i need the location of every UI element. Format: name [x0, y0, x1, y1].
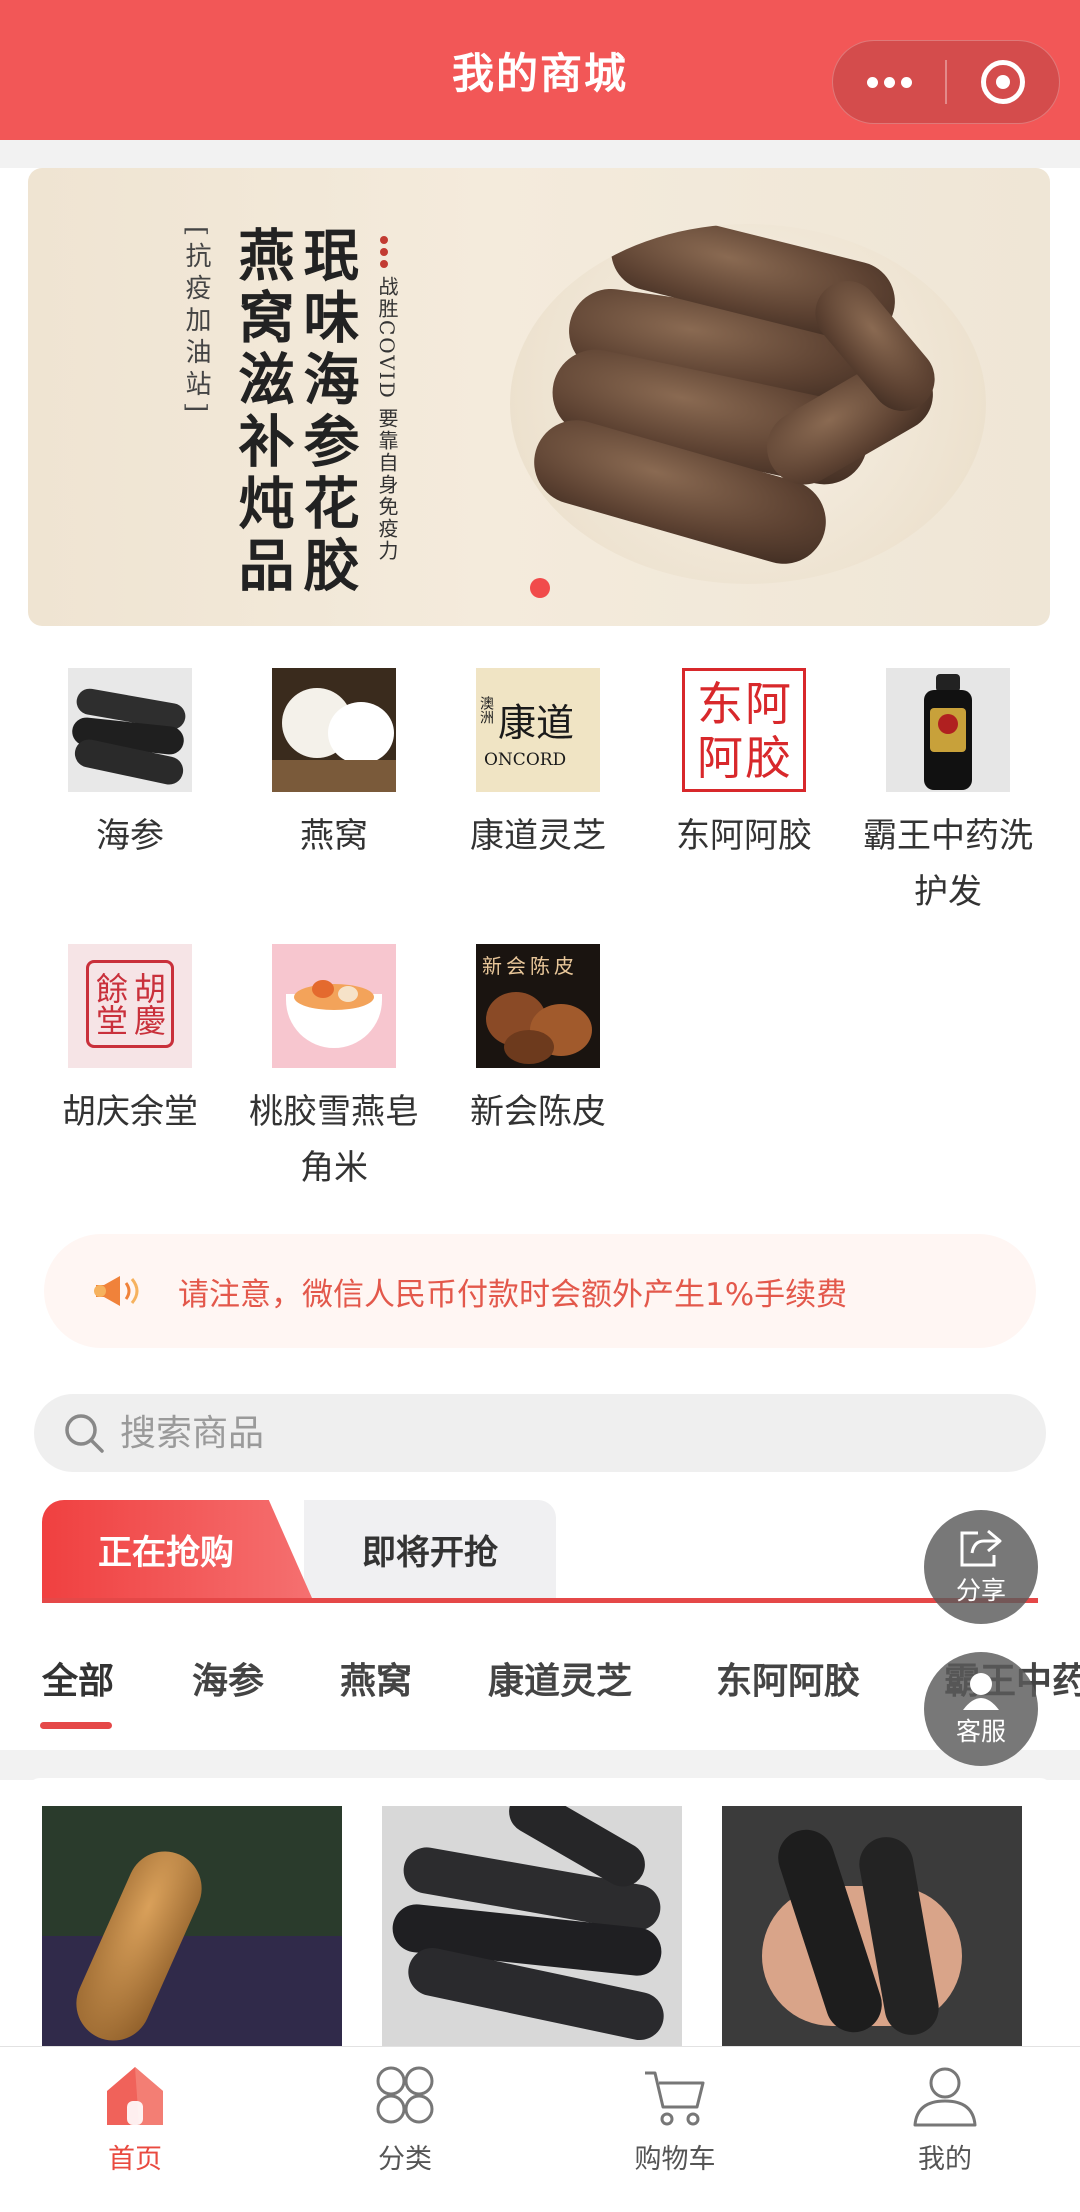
banner-ornament [380, 236, 388, 268]
promo-banner[interactable]: [抗疫加油站] 燕窝滋补炖品 珉味海参花胶 战胜COVID 要靠自身免疫力 [28, 168, 1050, 626]
category-label: 康道灵芝 [470, 816, 606, 856]
product-card-image[interactable] [42, 1806, 342, 2050]
nav-label: 分类 [378, 2144, 432, 2175]
birds-nest-thumbnail [272, 668, 396, 792]
banner-headline-2: 珉味海参花胶 [294, 226, 360, 598]
donge-ejiao-logo-thumbnail: 东阿阿胶 [682, 668, 806, 792]
category-subtabs: 全部 海参 燕窝 康道灵芝 东阿阿胶 霸王中药 [0, 1640, 1080, 1750]
share-button[interactable]: 分享 [924, 1510, 1038, 1624]
subtab-sea-cucumber[interactable]: 海参 [192, 1652, 264, 1704]
subtab-all[interactable]: 全部 [42, 1652, 114, 1704]
category-xinhui-chenpi[interactable]: 新会陈皮 新会陈皮 [438, 944, 638, 1140]
subtab-active-indicator [40, 1722, 112, 1729]
header-gap [0, 140, 1080, 168]
service-icon [963, 1673, 999, 1710]
tab-underline-bar [42, 1598, 1038, 1603]
subtab-birds-nest[interactable]: 燕窝 [340, 1652, 412, 1704]
logo-text: 新会陈皮 [482, 954, 578, 978]
search-icon [65, 1414, 104, 1453]
share-icon [960, 1529, 1002, 1567]
seal-text: 胡慶餘堂 [86, 960, 174, 1048]
miniprogram-capsule [832, 40, 1060, 124]
nav-profile[interactable]: 我的 [810, 2047, 1080, 2212]
home-icon [107, 2067, 163, 2125]
tab-flash-sale[interactable]: 正在抢购 [42, 1500, 312, 1598]
category-label: 胡庆余堂 [62, 1092, 198, 1132]
xinhui-tangerine-peel-thumbnail: 新会陈皮 [476, 944, 600, 1068]
subtab-donge-ejiao[interactable]: 东阿阿胶 [716, 1652, 860, 1704]
category-concord-lingzhi[interactable]: 澳洲 康道 ONCORD 康道灵芝 [438, 668, 638, 864]
fee-notice: 请注意，微信人民币付款时会额外产生1%手续费 [44, 1234, 1036, 1348]
bawang-shampoo-thumbnail [886, 668, 1010, 792]
notice-text: 请注意，微信人民币付款时会额外产生1%手续费 [178, 1276, 848, 1313]
category-label: 桃胶雪燕皂角米 [249, 1092, 419, 1188]
bottom-tab-bar: 首页 分类 购物车 我的 [0, 2046, 1080, 2212]
search-input[interactable] [120, 1412, 920, 1454]
close-miniprogram-button[interactable] [947, 41, 1059, 123]
banner-headline-1: 燕窝滋补炖品 [229, 226, 295, 598]
category-bawang-hair-care[interactable]: 霸王中药洗护发 [848, 668, 1048, 920]
section-gap [0, 1750, 1080, 1780]
nav-category[interactable]: 分类 [270, 2047, 540, 2212]
logo-text: 东阿阿胶 [697, 677, 793, 785]
share-label: 分享 [955, 1576, 1006, 1605]
category-label: 新会陈皮 [470, 1092, 606, 1132]
cart-icon [645, 2071, 705, 2126]
profile-icon [913, 2067, 977, 2127]
category-peach-gum[interactable]: 桃胶雪燕皂角米 [234, 944, 434, 1196]
more-button[interactable] [833, 41, 945, 123]
nav-cart[interactable]: 购物车 [540, 2047, 810, 2212]
top-bar: 我的商城 [0, 0, 1080, 140]
carousel-indicator[interactable] [530, 578, 550, 598]
nav-label: 首页 [108, 2144, 162, 2175]
nav-label: 购物车 [634, 2144, 716, 2175]
category-label: 霸王中药洗护发 [863, 816, 1033, 912]
logo-subtext: ONCORD [484, 750, 567, 770]
target-icon [981, 60, 1025, 104]
category-huqingyutang[interactable]: 胡慶餘堂 胡庆余堂 [30, 944, 230, 1140]
logo-side-text: 澳洲 [478, 696, 494, 724]
banner-slogan: 战胜COVID 要靠自身免疫力 [375, 276, 399, 563]
category-icon [376, 2066, 434, 2124]
category-label: 燕窝 [300, 816, 368, 856]
page-title: 我的商城 [451, 48, 628, 98]
category-sea-cucumber[interactable]: 海参 [30, 668, 230, 864]
more-dots-icon [866, 76, 912, 88]
sea-cucumber-thumbnail [68, 668, 192, 792]
product-grid [28, 1778, 1052, 2050]
service-label: 客服 [955, 1717, 1006, 1746]
sea-cucumber-photo [510, 224, 986, 584]
peach-gum-dessert-thumbnail [272, 944, 396, 1068]
nav-home[interactable]: 首页 [0, 2047, 270, 2212]
banner-tag: [抗疫加油站] [181, 226, 211, 419]
nav-label: 我的 [918, 2144, 972, 2175]
category-label: 海参 [96, 816, 164, 856]
tab-upcoming-sale[interactable]: 即将开抢 [304, 1500, 556, 1598]
product-card-image[interactable] [382, 1806, 682, 2050]
huqingyutang-seal-thumbnail: 胡慶餘堂 [68, 944, 192, 1068]
customer-service-button[interactable]: 客服 [924, 1652, 1038, 1766]
search-bar[interactable] [34, 1394, 1046, 1472]
product-card-image[interactable] [722, 1806, 1022, 2050]
category-birds-nest[interactable]: 燕窝 [234, 668, 434, 864]
logo-text: 康道 [498, 701, 575, 745]
category-label: 东阿阿胶 [676, 816, 812, 856]
category-donge-ejiao[interactable]: 东阿阿胶 东阿阿胶 [644, 668, 844, 864]
megaphone-icon [94, 1276, 139, 1306]
subtab-concord-lingzhi[interactable]: 康道灵芝 [488, 1652, 632, 1704]
concord-logo-thumbnail: 澳洲 康道 ONCORD [476, 668, 600, 792]
app-page: 我的商城 [抗疫加油站] 燕窝滋补炖品 珉味海参花胶 战胜COVID 要靠自身免… [0, 0, 1080, 2212]
